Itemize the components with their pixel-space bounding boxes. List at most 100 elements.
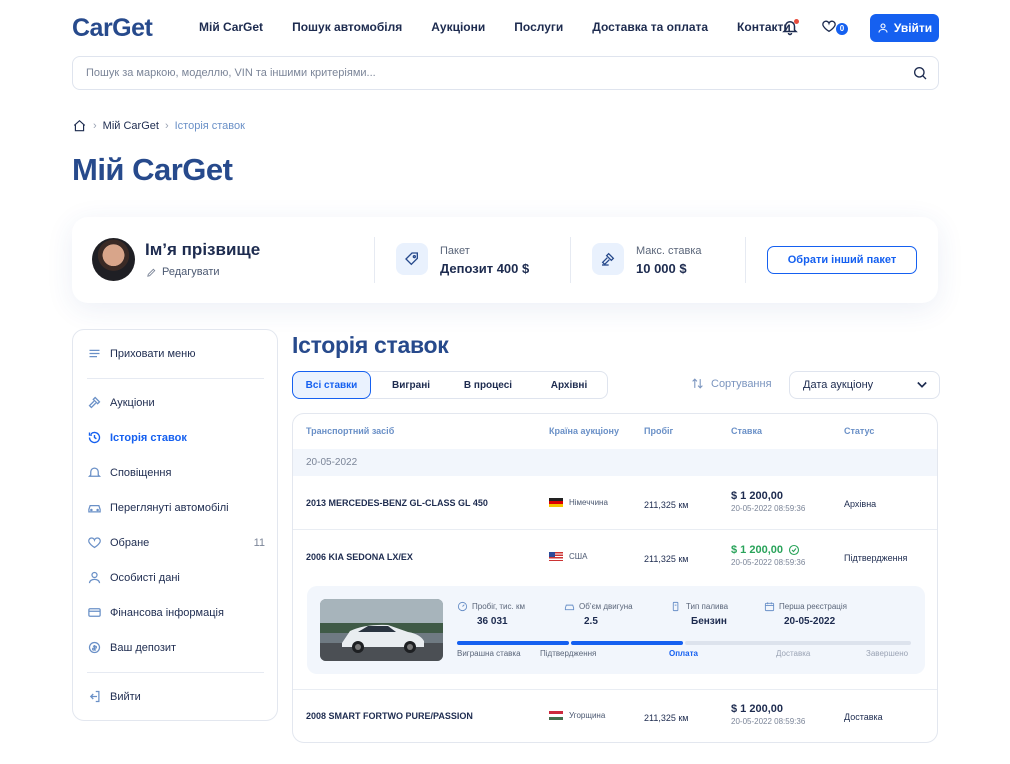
sidebar-item-label: Аукціони xyxy=(110,396,155,409)
user-icon xyxy=(878,23,888,33)
stage-completed: Завершено xyxy=(866,649,909,658)
col-bid: Ставка xyxy=(731,426,762,436)
vehicle-name[interactable]: 2008 SMART FORTWO PURE/PASSION xyxy=(306,711,473,721)
login-button[interactable]: Увійти xyxy=(870,14,939,42)
package-icon-box xyxy=(396,243,428,275)
divider xyxy=(374,237,375,283)
nav-auctions[interactable]: Аукціони xyxy=(431,20,485,34)
spec-fuel-value: Бензин xyxy=(691,616,727,627)
package-label: Пакет xyxy=(440,245,470,257)
spec-fuel-label: Тип палива xyxy=(671,601,728,612)
sidebar-item-bid-history[interactable]: Історія ставок xyxy=(87,430,265,445)
spec-label: Пробіг, тис. км xyxy=(472,602,525,611)
sidebar-item-label: Історія ставок xyxy=(110,431,187,444)
sidebar-item-auctions[interactable]: Аукціони xyxy=(87,395,265,410)
nav-my-carget[interactable]: Мій CarGet xyxy=(199,20,263,34)
logout-icon xyxy=(89,690,100,703)
car-icon xyxy=(88,505,101,513)
spec-registration-value: 20-05-2022 xyxy=(784,616,836,627)
spec-label: Перша реєстрація xyxy=(779,602,847,611)
logo[interactable]: CarGet xyxy=(72,14,153,43)
notification-dot xyxy=(794,19,799,24)
max-bid-label: Макс. ставка xyxy=(636,245,702,257)
divider xyxy=(87,672,264,673)
page-title: Мій CarGet xyxy=(72,152,233,187)
status-label: Архівна xyxy=(844,499,877,509)
tab-all-bids[interactable]: Всі ставки xyxy=(292,371,371,399)
divider xyxy=(745,237,746,283)
history-icon xyxy=(88,431,101,444)
breadcrumb-my-carget[interactable]: Мій CarGet xyxy=(103,120,159,132)
notifications-button[interactable] xyxy=(781,18,801,38)
nav-delivery-payment[interactable]: Доставка та оплата xyxy=(592,20,708,34)
progress-segment-done xyxy=(571,641,683,645)
country-label: США xyxy=(569,552,588,561)
user-icon xyxy=(88,571,101,584)
row-divider xyxy=(293,689,937,690)
package-value: Депозит 400 $ xyxy=(440,261,530,276)
sidebar-item-financial-info[interactable]: Фінансова інформація xyxy=(87,605,265,620)
sidebar-item-label: Сповіщення xyxy=(110,466,172,479)
gavel-icon xyxy=(601,252,615,266)
bid-date: 20-05-2022 08:59:36 xyxy=(731,504,806,513)
nav-services[interactable]: Послуги xyxy=(514,20,563,34)
main-nav: Мій CarGet Пошук автомобіля Аукціони Пос… xyxy=(199,20,820,34)
sidebar: Приховати меню Аукціони Історія ставок С… xyxy=(72,329,278,721)
sidebar-item-label: Переглянуті автомобілі xyxy=(110,501,229,514)
bid-date: 20-05-2022 08:59:36 xyxy=(731,717,806,726)
hide-menu-button[interactable]: Приховати меню xyxy=(87,346,265,361)
home-icon[interactable] xyxy=(72,119,87,133)
edit-profile-link[interactable]: Редагувати xyxy=(146,266,220,278)
progress-segment-pending xyxy=(685,641,911,645)
favorites-button[interactable]: 0 xyxy=(821,18,848,38)
stage-confirmation: Підтвердження xyxy=(540,649,597,658)
tab-in-progress[interactable]: В процесі xyxy=(453,371,523,399)
sort-select[interactable]: Дата аукціону xyxy=(789,371,940,399)
country-label: Німеччина xyxy=(569,498,608,507)
sidebar-item-favorites[interactable]: Обране 11 xyxy=(87,535,265,550)
sidebar-item-personal-data[interactable]: Особисті дані xyxy=(87,570,265,585)
divider xyxy=(570,237,571,283)
hungary-flag-icon xyxy=(549,711,563,720)
sidebar-item-deposit[interactable]: Ваш депозит xyxy=(87,640,265,655)
gauge-icon xyxy=(457,601,468,612)
tab-won[interactable]: Виграні xyxy=(377,371,445,399)
spec-engine-label: Об’єм двигуна xyxy=(564,601,633,612)
row-divider xyxy=(293,529,937,530)
vehicle-name[interactable]: 2006 KIA SEDONA LX/EX xyxy=(306,552,413,562)
coins-icon xyxy=(88,641,101,654)
bid-date: 20-05-2022 08:59:36 xyxy=(731,558,806,567)
sort-icon xyxy=(692,378,703,389)
nav-car-search[interactable]: Пошук автомобіля xyxy=(292,20,402,34)
search-icon[interactable] xyxy=(912,65,928,81)
check-circle-icon xyxy=(788,544,800,556)
usa-flag-icon xyxy=(549,552,563,561)
progress-segment-done xyxy=(457,641,569,645)
login-label: Увійти xyxy=(893,21,933,35)
auction-country: США xyxy=(549,552,587,561)
change-package-button[interactable]: Обрати інший пакет xyxy=(767,246,917,274)
profile-card: Ім’я прізвище Редагувати Пакет Депозит 4… xyxy=(72,217,938,303)
search-input[interactable] xyxy=(73,57,873,89)
sidebar-item-label: Особисті дані xyxy=(110,571,180,584)
menu-icon xyxy=(89,349,100,358)
auction-country: Угорщина xyxy=(549,711,605,720)
spec-label: Тип палива xyxy=(686,602,729,611)
tab-archived[interactable]: Архівні xyxy=(531,371,607,399)
tag-icon xyxy=(405,252,418,266)
vehicle-name[interactable]: 2013 MERCEDES-BENZ GL-CLASS GL 450 xyxy=(306,498,488,508)
germany-flag-icon xyxy=(549,498,563,507)
sidebar-item-notifications[interactable]: Сповіщення xyxy=(87,465,265,480)
spec-mileage-value: 36 031 xyxy=(477,616,508,627)
bid-filter-tabs: Всі ставки Виграні В процесі Архівні xyxy=(292,371,608,399)
chevron-right-icon: › xyxy=(93,120,97,132)
profile-name: Ім’я прізвище xyxy=(145,240,261,259)
status-label: Доставка xyxy=(844,712,883,722)
status-label: Підтвердження xyxy=(844,553,908,563)
favorites-count-badge: 0 xyxy=(836,23,848,35)
sidebar-item-viewed-cars[interactable]: Переглянуті автомобілі xyxy=(87,500,265,515)
sort-toggle[interactable]: Сортування xyxy=(690,377,772,390)
col-mileage: Пробіг xyxy=(644,426,674,436)
logout-button[interactable]: Вийти xyxy=(87,689,265,704)
stage-delivery: Доставка xyxy=(776,649,811,658)
